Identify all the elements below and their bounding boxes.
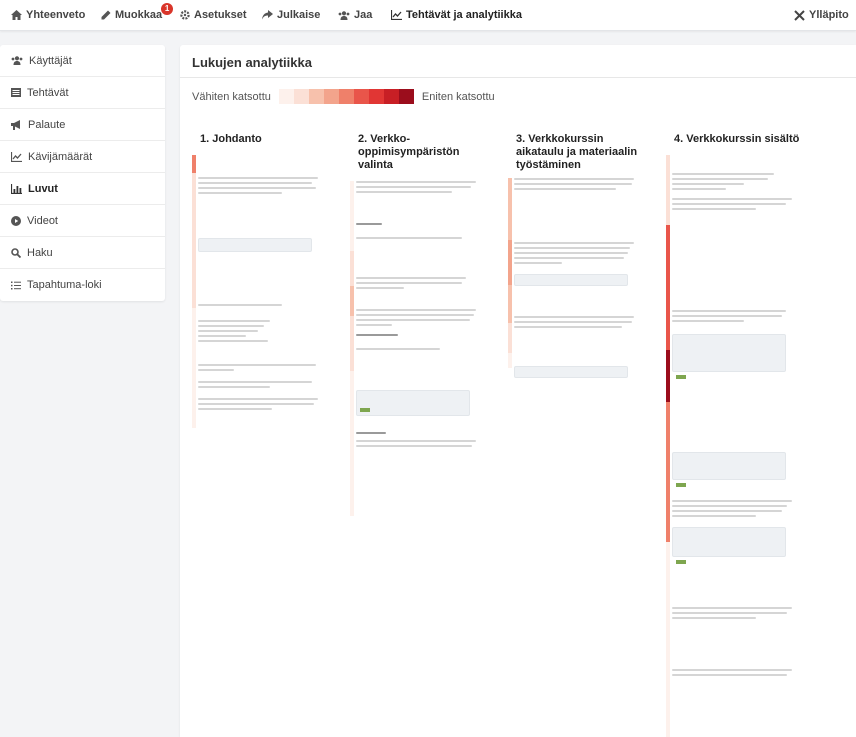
legend-swatch bbox=[383, 89, 399, 104]
heat-strip-segment bbox=[350, 181, 354, 251]
nav-yllapito[interactable]: Ylläpito bbox=[794, 9, 849, 21]
share-icon bbox=[262, 10, 273, 20]
sidebar: Käyttäjät Tehtävät Palaute Kävijämäärät … bbox=[0, 45, 165, 301]
sidebar-item-haku[interactable]: Haku bbox=[0, 237, 165, 269]
heat-strip-segment bbox=[192, 173, 196, 308]
heat-strip-segment bbox=[508, 353, 512, 368]
legend-swatches bbox=[278, 89, 414, 104]
heat-strip-segment bbox=[508, 285, 512, 323]
sidebar-item-label: Tapahtuma-loki bbox=[27, 279, 102, 291]
sidebar-item-label: Luvut bbox=[28, 182, 58, 195]
legend-swatch bbox=[323, 89, 339, 104]
play-icon bbox=[11, 215, 21, 226]
chapter-page-preview bbox=[672, 173, 792, 679]
legend-swatch bbox=[368, 89, 384, 104]
line-chart-icon bbox=[11, 151, 22, 162]
panel-title: Lukujen analytiikka bbox=[180, 45, 856, 78]
heat-strip-segment bbox=[508, 178, 512, 240]
home-icon bbox=[11, 10, 22, 20]
heat-strip-segment bbox=[350, 316, 354, 371]
chapter-column: 3. Verkkokurssin aikataulu ja materiaali… bbox=[508, 133, 648, 378]
chapter-analytics-panel: Lukujen analytiikka Vähiten katsottu Eni… bbox=[180, 45, 856, 737]
legend-swatch bbox=[353, 89, 369, 104]
chart-icon bbox=[391, 10, 402, 20]
chapter-column: 1. Johdanto bbox=[192, 133, 332, 428]
heat-strip-segment bbox=[666, 225, 670, 350]
sidebar-item-kavijamaarat[interactable]: Kävijämäärät bbox=[0, 141, 165, 173]
heat-strip-segment bbox=[666, 542, 670, 737]
nav-label: Jaa bbox=[354, 9, 373, 21]
megaphone-icon bbox=[11, 119, 20, 130]
heat-strip-segment bbox=[350, 286, 354, 316]
bar-chart-icon bbox=[11, 183, 22, 194]
sidebar-item-tehtavat[interactable]: Tehtävät bbox=[0, 77, 165, 109]
tools-icon bbox=[794, 9, 805, 21]
chapter-column: 2. Verkko-oppimisympäristön valinta bbox=[350, 133, 490, 516]
sidebar-item-videot[interactable]: Videot bbox=[0, 205, 165, 237]
heat-strip-segment bbox=[350, 251, 354, 286]
nav-yhteenveto[interactable]: Yhteenveto bbox=[11, 9, 85, 21]
chapter-title[interactable]: 2. Verkko-oppimisympäristön valinta bbox=[358, 133, 490, 172]
nav-julkaise[interactable]: Julkaise bbox=[262, 9, 320, 21]
nav-label-wrap: Muokkaa 1 bbox=[115, 3, 174, 21]
list-icon bbox=[11, 88, 21, 97]
nav-label: Ylläpito bbox=[809, 9, 849, 21]
heat-strip-segment bbox=[508, 240, 512, 285]
legend-min-label: Vähiten katsottu bbox=[192, 90, 271, 103]
sidebar-item-tapahtuma-loki[interactable]: Tapahtuma-loki bbox=[0, 269, 165, 301]
legend-swatch bbox=[308, 89, 324, 104]
legend-swatch bbox=[398, 89, 414, 104]
legend-swatch bbox=[278, 89, 294, 104]
sidebar-item-label: Haku bbox=[27, 246, 53, 259]
users-icon bbox=[338, 10, 350, 20]
chapter-page-preview bbox=[514, 178, 634, 378]
heat-strip-segment bbox=[666, 350, 670, 402]
sidebar-item-label: Videot bbox=[27, 214, 58, 227]
users-icon bbox=[11, 56, 23, 65]
heat-strip-segment bbox=[666, 155, 670, 225]
nav-asetukset[interactable]: Asetukset bbox=[180, 9, 247, 21]
notification-badge: 1 bbox=[161, 3, 174, 15]
chapter-page-preview bbox=[198, 177, 318, 413]
sidebar-item-label: Käyttäjät bbox=[29, 54, 72, 67]
nav-label: Julkaise bbox=[277, 9, 321, 21]
chapter-page-preview bbox=[356, 181, 476, 450]
sidebar-item-label: Tehtävät bbox=[27, 86, 69, 99]
sidebar-item-palaute[interactable]: Palaute bbox=[0, 109, 165, 141]
chapter-title[interactable]: 1. Johdanto bbox=[200, 133, 332, 146]
nav-label: Muokkaa bbox=[115, 9, 163, 21]
nav-muokkaa[interactable]: Muokkaa 1 bbox=[101, 3, 174, 21]
gear-icon bbox=[180, 10, 190, 20]
chapter-column: 4. Verkkokurssin sisältö bbox=[666, 133, 806, 737]
sidebar-item-label: Kävijämäärät bbox=[28, 150, 93, 163]
nav-label: Tehtävät ja analytiikka bbox=[406, 9, 522, 21]
legend-swatch bbox=[338, 89, 354, 104]
legend-swatch bbox=[293, 89, 309, 104]
sidebar-item-luvut[interactable]: Luvut bbox=[0, 173, 165, 205]
nav-jaa[interactable]: Jaa bbox=[338, 9, 372, 21]
heat-strip-segment bbox=[666, 402, 670, 542]
nav-label: Asetukset bbox=[194, 9, 247, 21]
sidebar-item-label: Palaute bbox=[28, 118, 66, 131]
legend-max-label: Eniten katsottu bbox=[421, 90, 495, 103]
heat-strip-segment bbox=[350, 371, 354, 516]
heatmap-legend: Vähiten katsottu Eniten katsottu bbox=[192, 89, 495, 104]
search-icon bbox=[11, 247, 21, 258]
nav-tehtavat-ja-analytiikka[interactable]: Tehtävät ja analytiikka bbox=[391, 9, 522, 21]
heat-strip-segment bbox=[192, 155, 196, 173]
heat-strip-segment bbox=[508, 323, 512, 353]
chapter-title[interactable]: 4. Verkkokurssin sisältö bbox=[674, 133, 806, 146]
heat-strip-segment bbox=[192, 308, 196, 428]
chapter-title[interactable]: 3. Verkkokurssin aikataulu ja materiaali… bbox=[516, 133, 648, 172]
top-navigation: Yhteenveto Muokkaa 1 Asetukset Julkaise … bbox=[0, 0, 856, 31]
list-ul-icon bbox=[11, 281, 21, 289]
pencil-icon bbox=[101, 10, 111, 20]
sidebar-item-kayttajat[interactable]: Käyttäjät bbox=[0, 45, 165, 77]
nav-label: Yhteenveto bbox=[26, 9, 86, 21]
